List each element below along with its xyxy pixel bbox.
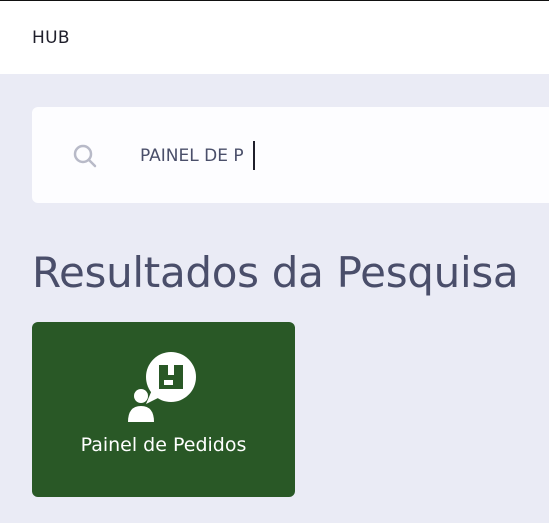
person-package-bubble-icon	[128, 352, 202, 422]
results-heading: Resultados da Pesquisa	[32, 248, 519, 297]
top-bar: HUB	[0, 0, 549, 74]
result-card-painel-de-pedidos[interactable]: Painel de Pedidos	[32, 322, 295, 497]
search-icon	[72, 143, 98, 169]
search-input[interactable]	[140, 143, 530, 169]
result-card-label: Painel de Pedidos	[80, 434, 247, 456]
search-panel	[32, 107, 549, 203]
app-title: HUB	[32, 28, 70, 48]
text-cursor	[253, 141, 255, 170]
